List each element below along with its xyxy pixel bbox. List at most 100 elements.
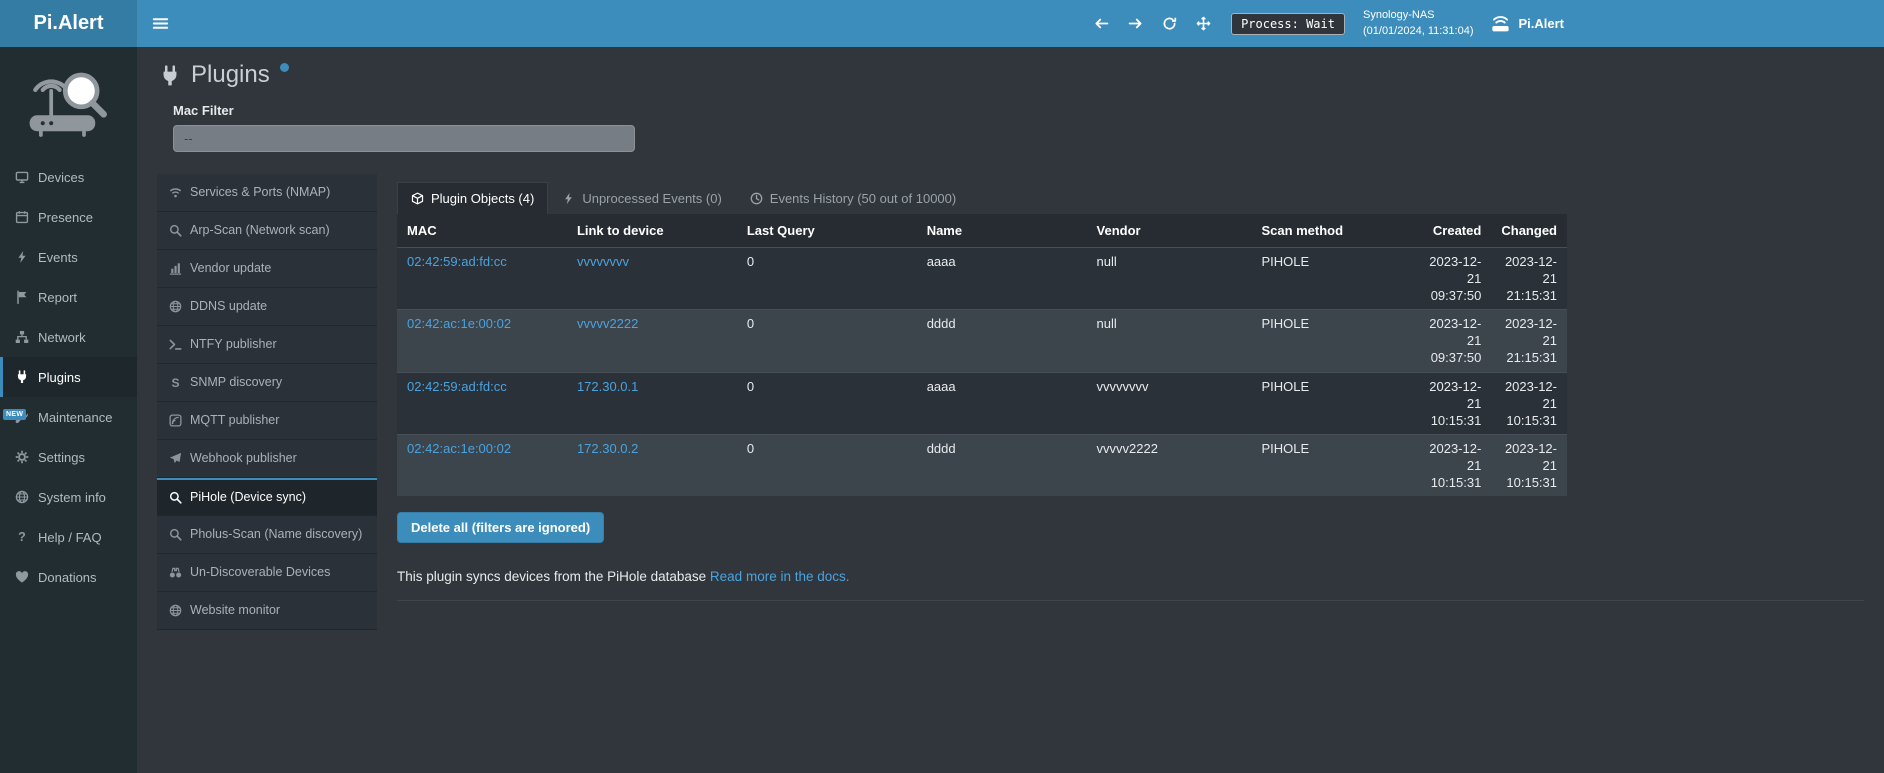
- plugin-item-pholus-scan[interactable]: Pholus-Scan (Name discovery): [157, 516, 377, 554]
- sidebar-item-help-faq[interactable]: ?Help / FAQ: [0, 517, 137, 557]
- sidebar-item-system-info[interactable]: System info: [0, 477, 137, 517]
- sidebar-item-label: Network: [38, 330, 86, 345]
- created-cell: 2023-12-2110:15:31: [1411, 372, 1491, 434]
- plugin-item-label: Services & Ports (NMAP): [190, 185, 330, 199]
- plugin-item-services-ports-nmap[interactable]: Services & Ports (NMAP): [157, 174, 377, 212]
- sidebar-item-label: Help / FAQ: [38, 530, 102, 545]
- sidebar-item-label: Report: [38, 290, 77, 305]
- calendar-icon: [15, 210, 29, 224]
- forward-button[interactable]: [1126, 14, 1145, 33]
- app-chip: Pi.Alert: [1491, 14, 1564, 33]
- column-header-created: Created: [1411, 214, 1491, 248]
- plugin-item-website-monitor[interactable]: Website monitor: [157, 592, 377, 630]
- device-link-cell: vvvvvvvv: [567, 247, 737, 309]
- bolt-icon: [562, 192, 575, 205]
- move-icon: [1196, 16, 1211, 31]
- created-cell: 2023-12-2110:15:31: [1411, 435, 1491, 497]
- plugin-item-ntfy-publisher[interactable]: NTFY publisher: [157, 326, 377, 364]
- scan-method-cell: PIHOLE: [1251, 310, 1411, 372]
- sidebar-item-network[interactable]: Network: [0, 317, 137, 357]
- sidebar-item-presence[interactable]: Presence: [0, 197, 137, 237]
- sidebar: Devices Presence Events Report Network Plugin…: [0, 47, 137, 773]
- mac-cell: 02:42:59:ad:fd:cc: [397, 372, 567, 434]
- sidebar-item-label: System info: [38, 490, 106, 505]
- table-header-row: MACLink to deviceLast QueryNameVendorSca…: [397, 214, 1567, 248]
- mac-filter-input[interactable]: [173, 125, 635, 152]
- sidebar-item-settings[interactable]: Settings: [0, 437, 137, 477]
- search-icon: [169, 528, 182, 541]
- plugin-item-pihole-device-sync[interactable]: PiHole (Device sync): [157, 478, 377, 516]
- brand-logo[interactable]: Pi.Alert: [0, 0, 137, 47]
- plugin-item-label: DDNS update: [190, 299, 267, 313]
- column-header-last-query: Last Query: [737, 214, 917, 248]
- plugin-item-label: NTFY publisher: [190, 337, 277, 351]
- docs-link[interactable]: Read more in the docs.: [710, 569, 850, 584]
- sidebar-item-maintenance[interactable]: NEWMaintenance: [0, 397, 137, 437]
- description-text: This plugin syncs devices from the PiHol…: [397, 569, 706, 584]
- sidebar-item-plugins[interactable]: Plugins: [0, 357, 137, 397]
- binoculars-icon: [169, 566, 182, 579]
- sidebar-logo: [0, 47, 137, 157]
- plugins-help-badge[interactable]: [280, 63, 289, 72]
- column-header-vendor: Vendor: [1087, 214, 1252, 248]
- device-link[interactable]: vvvvv2222: [577, 316, 638, 331]
- mqtt-icon: [169, 414, 182, 427]
- arrow-left-icon: [1094, 16, 1109, 31]
- changed-cell: 2023-12-2121:15:31: [1491, 310, 1567, 372]
- table-body: 02:42:59:ad:fd:ccvvvvvvvv0aaaanullPIHOLE…: [397, 247, 1567, 496]
- sidebar-toggle-button[interactable]: [137, 0, 183, 47]
- tab-events-history[interactable]: Events History (50 out of 10000): [736, 182, 970, 214]
- created-cell: 2023-12-2109:37:50: [1411, 247, 1491, 309]
- tab-label: Events History (50 out of 10000): [770, 191, 956, 206]
- plugin-item-mqtt-publisher[interactable]: MQTT publisher: [157, 402, 377, 440]
- plugin-item-webhook-publisher[interactable]: Webhook publisher: [157, 440, 377, 478]
- mac-link[interactable]: 02:42:59:ad:fd:cc: [407, 254, 507, 269]
- mac-filter-label: Mac Filter: [173, 103, 1864, 118]
- sidebar-item-label: Devices: [38, 170, 84, 185]
- tab-bar: Plugin Objects (4)Unprocessed Events (0)…: [397, 182, 1864, 214]
- plugin-item-arp-scan[interactable]: Arp-Scan (Network scan): [157, 212, 377, 250]
- table-row: 02:42:59:ad:fd:cc172.30.0.10aaaavvvvvvvv…: [397, 372, 1567, 434]
- scan-method-cell: PIHOLE: [1251, 435, 1411, 497]
- device-link[interactable]: 172.30.0.2: [577, 441, 638, 456]
- mac-link[interactable]: 02:42:59:ad:fd:cc: [407, 379, 507, 394]
- app-window: Pi.Alert Process: Wait Synology-NAS (01/…: [0, 0, 1884, 773]
- sidebar-item-label: Events: [38, 250, 78, 265]
- device-link[interactable]: 172.30.0.1: [577, 379, 638, 394]
- sidebar-item-report[interactable]: Report: [0, 277, 137, 317]
- back-button[interactable]: [1092, 14, 1111, 33]
- move-button[interactable]: [1194, 14, 1213, 33]
- plugin-item-ddns-update[interactable]: DDNS update: [157, 288, 377, 326]
- plugin-item-snmp-discovery[interactable]: SSNMP discovery: [157, 364, 377, 402]
- delete-all-button[interactable]: Delete all (filters are ignored): [397, 512, 604, 543]
- sidebar-item-label: Donations: [38, 570, 97, 585]
- navbar-right-cluster: Process: Wait Synology-NAS (01/01/2024, …: [1092, 0, 1884, 47]
- tab-unprocessed-events[interactable]: Unprocessed Events (0): [548, 182, 735, 214]
- last-query-cell: 0: [737, 310, 917, 372]
- process-status-badge: Process: Wait: [1231, 13, 1345, 35]
- device-link-cell: 172.30.0.2: [567, 435, 737, 497]
- sidebar-item-events[interactable]: Events: [0, 237, 137, 277]
- main-content: Plugins Mac Filter Services & Ports (NMA…: [137, 47, 1884, 773]
- clock-icon: [750, 192, 763, 205]
- sidebar-item-label: Settings: [38, 450, 85, 465]
- sidebar-item-donations[interactable]: Donations: [0, 557, 137, 597]
- sidebar-item-devices[interactable]: Devices: [0, 157, 137, 197]
- refresh-button[interactable]: [1160, 14, 1179, 33]
- plugin-description: This plugin syncs devices from the PiHol…: [397, 569, 1864, 584]
- vendor-cell: null: [1087, 247, 1252, 309]
- bolt-icon: [15, 250, 29, 264]
- hamburger-icon: [152, 15, 169, 32]
- plugin-list: Services & Ports (NMAP) Arp-Scan (Network…: [157, 174, 377, 630]
- section-divider: [397, 600, 1864, 601]
- last-query-cell: 0: [737, 435, 917, 497]
- device-link[interactable]: vvvvvvvv: [577, 254, 629, 269]
- tab-plugin-objects[interactable]: Plugin Objects (4): [397, 182, 548, 214]
- plugin-item-vendor-update[interactable]: Vendor update: [157, 250, 377, 288]
- mac-link[interactable]: 02:42:ac:1e:00:02: [407, 316, 511, 331]
- sidebar-menu: Devices Presence Events Report Network Plugin…: [0, 157, 137, 597]
- column-header-name: Name: [917, 214, 1087, 248]
- table-row: 02:42:ac:1e:00:02vvvvv22220ddddnullPIHOL…: [397, 310, 1567, 372]
- mac-link[interactable]: 02:42:ac:1e:00:02: [407, 441, 511, 456]
- plugin-item-un-discoverable-devices[interactable]: Un-Discoverable Devices: [157, 554, 377, 592]
